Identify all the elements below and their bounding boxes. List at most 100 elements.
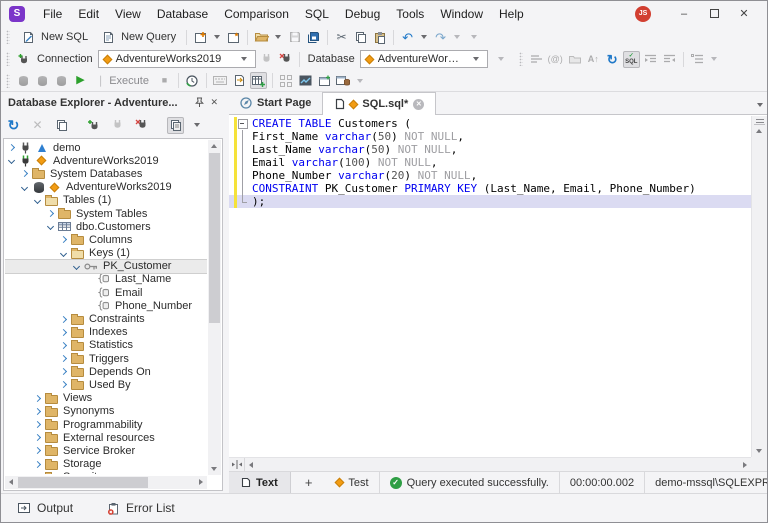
tree-item-tables-1-[interactable]: Tables (1): [5, 194, 207, 207]
tree-item-programmability[interactable]: Programmability: [5, 418, 207, 431]
output-tool-window[interactable]: Output: [17, 501, 73, 515]
tree-vertical-scrollbar[interactable]: [208, 140, 221, 475]
connect-icon[interactable]: [258, 51, 275, 68]
new-document-dropdown[interactable]: [214, 35, 220, 39]
tabstrip-overflow-dropdown[interactable]: [757, 103, 763, 107]
new-sql-button[interactable]: New SQL: [15, 27, 93, 48]
minimize-button[interactable]: –: [669, 3, 699, 25]
chevron-open-icon[interactable]: [8, 157, 15, 164]
panel-close-icon[interactable]: ✕: [210, 97, 218, 108]
chevron-open-icon[interactable]: [47, 223, 54, 230]
tree-item-dbo-customers[interactable]: dbo.Customers: [5, 220, 207, 233]
refresh-icon[interactable]: ↻: [5, 117, 22, 134]
scroll-left-icon[interactable]: [9, 479, 13, 485]
scroll-left-icon[interactable]: [249, 462, 253, 468]
tree-item-email[interactable]: Email: [5, 286, 207, 299]
menu-edit[interactable]: Edit: [70, 4, 107, 24]
format-overflow-dropdown[interactable]: [711, 57, 717, 61]
chevron-closed-icon[interactable]: [34, 395, 41, 402]
scroll-up-icon[interactable]: [211, 144, 217, 148]
show-system-objects-button[interactable]: [167, 117, 184, 134]
chevron-open-icon[interactable]: [21, 184, 28, 191]
tree-item-statistics[interactable]: Statistics: [5, 339, 207, 352]
copy-icon[interactable]: [352, 29, 369, 46]
chart-view-icon[interactable]: [297, 72, 314, 89]
chevron-closed-icon[interactable]: [34, 447, 41, 454]
duplicate-icon[interactable]: [53, 117, 70, 134]
code-line[interactable]: );: [229, 195, 751, 208]
chevron-closed-icon[interactable]: [34, 461, 41, 468]
chevron-closed-icon[interactable]: [60, 315, 67, 322]
connection-combobox[interactable]: AdventureWorks2019: [98, 50, 256, 68]
execute-play-icon[interactable]: ▶: [72, 72, 89, 89]
toolbar-overflow-dropdown[interactable]: [471, 35, 477, 39]
panel-new-connection-icon[interactable]: [85, 117, 102, 134]
tree-item-constraints[interactable]: Constraints: [5, 312, 207, 325]
cut-icon[interactable]: ✂: [333, 29, 350, 46]
layout-blocks-icon[interactable]: [278, 72, 295, 89]
editor-split-handle[interactable]: [754, 116, 765, 125]
tree-item-views[interactable]: Views: [5, 392, 207, 405]
new-window-icon[interactable]: [316, 72, 333, 89]
text-view-tab[interactable]: Text: [229, 472, 291, 493]
menu-comparison[interactable]: Comparison: [216, 4, 297, 24]
tree-item-storage[interactable]: Storage: [5, 458, 207, 471]
chevron-closed-icon[interactable]: [34, 421, 41, 428]
code-line[interactable]: CONSTRAINT PK_Customer PRIMARY KEY (Last…: [229, 182, 751, 195]
tab-close-icon[interactable]: ✕: [413, 99, 424, 110]
bookmark-folder-icon[interactable]: [566, 51, 583, 68]
export-document-icon[interactable]: [231, 72, 248, 89]
outline-icon[interactable]: [689, 51, 706, 68]
keyboard-icon[interactable]: [212, 72, 229, 89]
redo-icon[interactable]: ↷: [432, 29, 449, 46]
tree-item-columns[interactable]: Columns: [5, 233, 207, 246]
chevron-closed-icon[interactable]: [8, 144, 15, 151]
tree-item-used-by[interactable]: Used By: [5, 378, 207, 391]
code-line[interactable]: Last_Name varchar(50) NOT NULL,: [229, 143, 751, 156]
stop-icon[interactable]: ■: [156, 72, 173, 89]
panel-overflow-dropdown[interactable]: [194, 123, 200, 127]
database-overflow-dropdown[interactable]: [498, 57, 504, 61]
chevron-closed-icon[interactable]: [60, 381, 67, 388]
undo-dropdown[interactable]: [421, 35, 427, 39]
tree-item-pk-customer[interactable]: PK_Customer: [5, 260, 207, 273]
chevron-closed-icon[interactable]: [34, 408, 41, 415]
menu-sql[interactable]: SQL: [297, 4, 337, 24]
execute-overflow-dropdown[interactable]: [357, 79, 363, 83]
database-check-icon[interactable]: [53, 72, 70, 89]
paste-icon[interactable]: [371, 29, 388, 46]
pin-icon[interactable]: [194, 97, 204, 108]
scroll-right-icon[interactable]: [199, 479, 203, 485]
fold-minus-icon[interactable]: [237, 117, 248, 130]
tab-sql-doc[interactable]: SQL.sql* ✕: [322, 92, 436, 115]
tree-item-service-broker[interactable]: Service Broker: [5, 444, 207, 457]
tree-horizontal-scrollbar[interactable]: [5, 476, 207, 489]
database-combo-dropdown[interactable]: [473, 57, 479, 61]
tree-item-last-name[interactable]: Last_Name: [5, 273, 207, 286]
tree-item-adventureworks2019[interactable]: AdventureWorks2019: [5, 181, 207, 194]
chevron-closed-icon[interactable]: [34, 434, 41, 441]
database-combobox[interactable]: AdventureWorks20...: [360, 50, 488, 68]
user-avatar[interactable]: JS: [635, 6, 651, 22]
tree-item-synonyms[interactable]: Synonyms: [5, 405, 207, 418]
chevron-closed-icon[interactable]: [60, 355, 67, 362]
editor-hsplit-button[interactable]: [229, 458, 245, 471]
window-database-icon[interactable]: [335, 72, 352, 89]
save-all-icon[interactable]: [305, 29, 322, 46]
chevron-closed-icon[interactable]: [47, 210, 54, 217]
database-sessions-icon[interactable]: [15, 72, 32, 89]
text-case-icon[interactable]: A↑: [585, 51, 602, 68]
code-editor[interactable]: CREATE TABLE Customers (First_Name varch…: [229, 116, 751, 457]
history-icon[interactable]: [184, 72, 201, 89]
editor-vertical-scrollbar[interactable]: [751, 116, 767, 457]
chevron-open-icon[interactable]: [73, 263, 80, 270]
tab-start-page[interactable]: Start Page: [229, 92, 322, 114]
scroll-right-icon[interactable]: [743, 462, 747, 468]
format-sql-button[interactable]: ✓SQL: [623, 51, 640, 68]
toolbar-grip[interactable]: [6, 74, 10, 88]
menu-view[interactable]: View: [107, 4, 149, 24]
scroll-down-icon[interactable]: [756, 449, 762, 453]
code-line[interactable]: First_Name varchar(50) NOT NULL,: [229, 130, 751, 143]
menu-debug[interactable]: Debug: [337, 4, 388, 24]
comment-icon[interactable]: [528, 51, 545, 68]
